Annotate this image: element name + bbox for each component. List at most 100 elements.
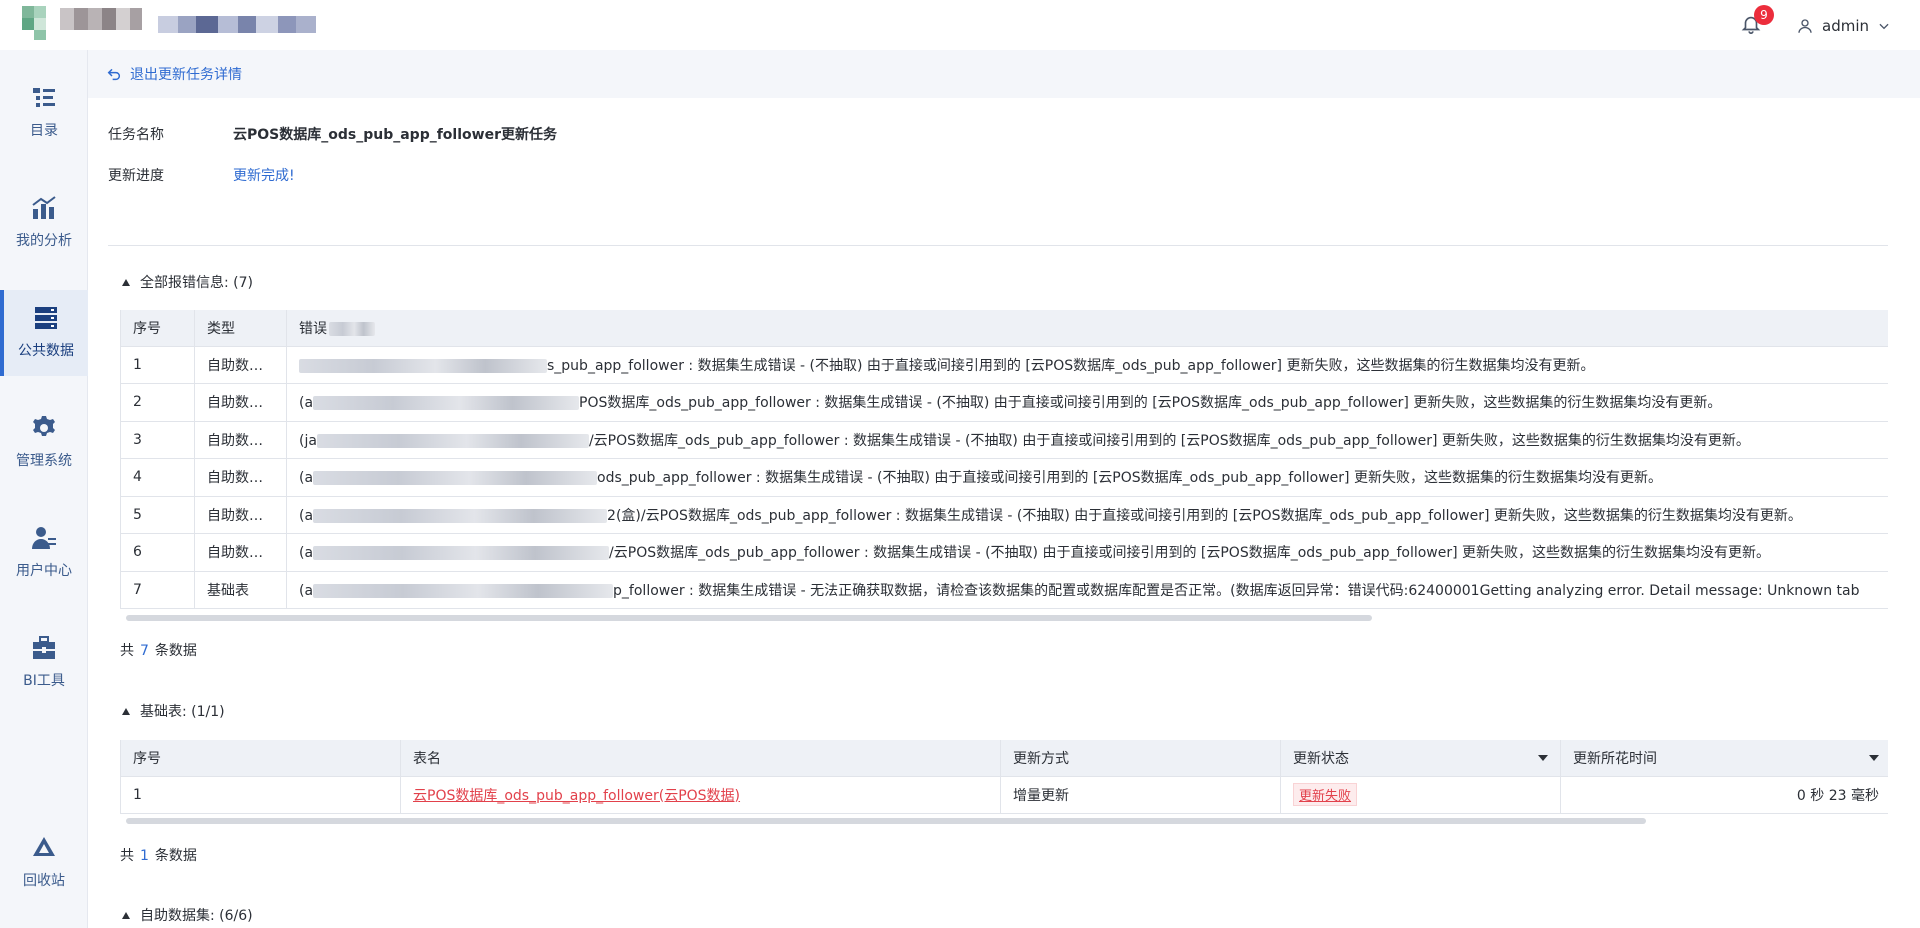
table-row[interactable]: 1 自助数据集 s_pub_app_follower : 数据集生成错误 - (… bbox=[120, 346, 1888, 384]
sidebar-item-my-analysis[interactable]: 我的分析 bbox=[0, 180, 88, 266]
collapse-triangle-icon bbox=[122, 278, 130, 286]
column-header-update-status[interactable]: 更新状态 bbox=[1280, 740, 1561, 777]
filter-caret-icon[interactable] bbox=[1869, 754, 1879, 761]
errors-section-toggle[interactable]: 全部报错信息: (7) bbox=[122, 272, 253, 292]
task-progress-value: 更新完成! bbox=[233, 168, 295, 184]
row-no: 2 bbox=[120, 383, 195, 422]
row-duration: 0 秒 23 毫秒 bbox=[1560, 776, 1888, 814]
row-no: 1 bbox=[120, 776, 401, 814]
errors-section-title: 全部报错信息: (7) bbox=[140, 275, 253, 291]
exit-task-detail-link[interactable]: 退出更新任务详情 bbox=[106, 64, 242, 84]
self-datasets-section-title: 自助数据集: (6/6) bbox=[140, 908, 253, 924]
sidebar-item-bi-tools[interactable]: BI工具 bbox=[0, 620, 88, 706]
row-no: 3 bbox=[120, 421, 195, 459]
main-content: 退出更新任务详情 任务名称 云POS数据库_ods_pub_app_follow… bbox=[88, 50, 1920, 928]
row-type: 基础表 bbox=[194, 571, 287, 609]
errors-count: 共 7 条数据 bbox=[120, 643, 197, 659]
table-row[interactable]: 6 自助数据集 (a/云POS数据库_ods_pub_app_follower … bbox=[120, 533, 1888, 572]
row-update-status[interactable]: 更新失败 bbox=[1280, 776, 1561, 814]
settings-gear-icon bbox=[33, 416, 55, 436]
sidebar-item-user-center[interactable]: 用户中心 bbox=[0, 510, 88, 596]
task-name-label: 任务名称 bbox=[108, 127, 164, 143]
task-name-value: 云POS数据库_ods_pub_app_follower更新任务 bbox=[233, 127, 557, 143]
table-header-row: 序号 表名 更新方式 更新状态 更新所花时间 bbox=[120, 740, 1888, 777]
row-no: 4 bbox=[120, 458, 195, 497]
row-error: (a 2(盒)/云POS数据库_ods_pub_app_follower : 数据… bbox=[286, 496, 1888, 534]
sidebar-item-public-data[interactable]: 公共数据 bbox=[0, 290, 88, 376]
sidebar-item-label: 用户中心 bbox=[16, 563, 72, 579]
table-row[interactable]: 5 自助数据集 (a 2(盒)/云POS数据库_ods_pub_app_follo… bbox=[120, 496, 1888, 534]
notification-badge: 9 bbox=[1754, 5, 1774, 25]
catalog-icon bbox=[33, 88, 55, 107]
row-type: 自助数据集 bbox=[194, 533, 287, 572]
chevron-down-icon bbox=[1879, 23, 1889, 30]
task-progress-row: 更新进度 更新完成! bbox=[108, 165, 295, 185]
collapse-triangle-icon bbox=[122, 911, 130, 919]
row-error: (ja/云POS数据库_ods_pub_app_follower : 数据集生成… bbox=[286, 421, 1888, 459]
row-type: 自助数据集 bbox=[194, 383, 287, 422]
filter-caret-icon[interactable] bbox=[1538, 754, 1548, 761]
base-tables-scrollbar[interactable] bbox=[126, 818, 1646, 824]
sidebar-item-management[interactable]: 管理系统 bbox=[0, 400, 88, 486]
row-type: 自助数据集 bbox=[194, 458, 287, 497]
collapse-triangle-icon bbox=[122, 707, 130, 715]
errors-table-scrollbar[interactable] bbox=[126, 615, 1372, 621]
base-tables-section-toggle[interactable]: 基础表: (1/1) bbox=[122, 701, 225, 721]
sidebar: 目录 我的分析 公共数据 管理系统 用户中心 BI工具 回收站 bbox=[0, 50, 88, 928]
logo bbox=[20, 6, 145, 40]
brand-name bbox=[158, 16, 316, 33]
task-progress-label: 更新进度 bbox=[108, 168, 164, 184]
user-icon bbox=[1798, 19, 1812, 33]
database-icon bbox=[35, 307, 57, 329]
task-name-row: 任务名称 云POS数据库_ods_pub_app_follower更新任务 bbox=[108, 124, 557, 144]
table-row[interactable]: 2 自助数据集 (a POS数据库_ods_pub_app_follower : … bbox=[120, 383, 1888, 422]
user-menu[interactable]: admin bbox=[1796, 14, 1891, 38]
row-no: 5 bbox=[120, 496, 195, 534]
row-no: 7 bbox=[120, 571, 195, 609]
table-row[interactable]: 1 云POS数据库_ods_pub_app_follower(云POS数据) 增… bbox=[120, 776, 1888, 814]
row-type: 自助数据集 bbox=[194, 421, 287, 459]
table-row[interactable]: 4 自助数据集 (a ods_pub_app_follower : 数据集生成错误… bbox=[120, 458, 1888, 497]
row-no: 1 bbox=[120, 346, 195, 384]
table-row[interactable]: 3 自助数据集 (ja/云POS数据库_ods_pub_app_follower… bbox=[120, 421, 1888, 459]
row-error: (a/云POS数据库_ods_pub_app_follower : 数据集生成错… bbox=[286, 533, 1888, 572]
row-type: 自助数据集 bbox=[194, 346, 287, 384]
row-table-name[interactable]: 云POS数据库_ods_pub_app_follower(云POS数据) bbox=[400, 776, 1001, 814]
column-header-error: 错误 bbox=[286, 310, 1888, 347]
errors-table: 序号 类型 错误 1 自助数据集 s_pub_app_follower : 数据… bbox=[120, 310, 1888, 609]
sidebar-item-catalog[interactable]: 目录 bbox=[0, 70, 88, 156]
row-error: (a ods_pub_app_follower : 数据集生成错误 - (不抽取)… bbox=[286, 458, 1888, 497]
back-bar: 退出更新任务详情 bbox=[88, 50, 1920, 98]
column-header-type: 类型 bbox=[194, 310, 287, 347]
self-datasets-section-toggle[interactable]: 自助数据集: (6/6) bbox=[122, 905, 253, 925]
column-header-no: 序号 bbox=[120, 740, 401, 777]
row-error: (a POS数据库_ods_pub_app_follower : 数据集生成错误 … bbox=[286, 383, 1888, 422]
row-update-method: 增量更新 bbox=[1000, 776, 1281, 814]
divider bbox=[108, 245, 1888, 246]
column-header-table-name: 表名 bbox=[400, 740, 1001, 777]
sidebar-item-label: 目录 bbox=[30, 123, 58, 139]
undo-icon bbox=[107, 68, 120, 81]
base-tables-count: 共 1 条数据 bbox=[120, 848, 197, 864]
column-header-update-method: 更新方式 bbox=[1000, 740, 1281, 777]
sidebar-item-label: 公共数据 bbox=[18, 343, 74, 359]
sidebar-item-label: BI工具 bbox=[23, 673, 65, 689]
user-name: admin bbox=[1822, 17, 1869, 35]
row-type: 自助数据集 bbox=[194, 496, 287, 534]
sidebar-item-recycle-bin[interactable]: 回收站 bbox=[0, 820, 88, 906]
table-name-link[interactable]: 云POS数据库_ods_pub_app_follower(云POS数据) bbox=[413, 788, 740, 804]
status-badge[interactable]: 更新失败 bbox=[1293, 783, 1358, 807]
toolbox-icon bbox=[33, 636, 55, 659]
table-row[interactable]: 7 基础表 (a p_follower : 数据集生成错误 - 无法正确获取数据，… bbox=[120, 571, 1888, 609]
exit-task-detail-label: 退出更新任务详情 bbox=[130, 67, 242, 83]
analysis-icon bbox=[32, 196, 56, 219]
top-bar: 9 admin bbox=[0, 0, 1920, 50]
column-header-no: 序号 bbox=[120, 310, 195, 347]
sidebar-item-label: 回收站 bbox=[23, 873, 65, 889]
sidebar-item-label: 我的分析 bbox=[16, 233, 72, 249]
recycle-icon bbox=[33, 837, 55, 856]
column-header-duration[interactable]: 更新所花时间 bbox=[1560, 740, 1888, 777]
table-header-row: 序号 类型 错误 bbox=[120, 310, 1888, 347]
row-error: s_pub_app_follower : 数据集生成错误 - (不抽取) 由于直… bbox=[286, 346, 1888, 384]
base-tables-table: 序号 表名 更新方式 更新状态 更新所花时间 1 云POS数据库_ods_pub… bbox=[120, 740, 1888, 814]
